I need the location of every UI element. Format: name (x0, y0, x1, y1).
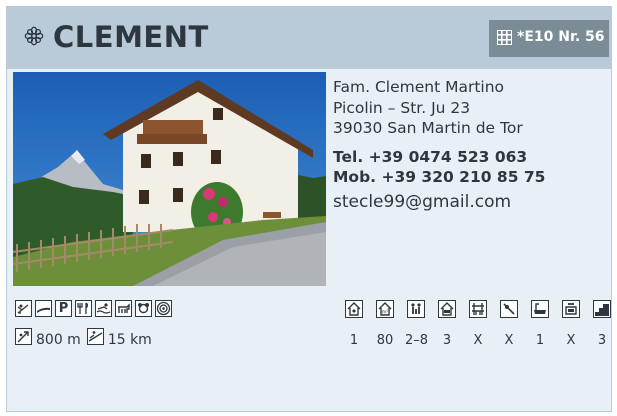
room-col-area: m² 80 (374, 300, 396, 348)
stairs-icon (593, 300, 611, 318)
map-grid-icon (497, 30, 512, 45)
room-col-balcony: X (467, 300, 489, 348)
contact-block: Fam. Clement Martino Picolin – Str. Ju 2… (333, 77, 609, 212)
room-col-house: 1 (343, 300, 365, 348)
restaurant-icon (75, 300, 92, 317)
listing-code-badge: *E10 Nr. 56 (489, 20, 609, 57)
ski-lift-icon (15, 300, 32, 317)
room-value-kitchen: X (566, 333, 576, 348)
contact-name: Fam. Clement Martino (333, 78, 505, 96)
target-icon (155, 300, 172, 317)
house-icon (345, 300, 363, 318)
listing-code: *E10 Nr. 56 (517, 29, 605, 45)
room-value-bath: 1 (535, 333, 545, 348)
feature-icons-row: P (15, 300, 175, 320)
lift-distance-icon (15, 328, 32, 345)
listing-card: CLEMENT *E10 Nr. 56 Fam. Clement Martino… (6, 6, 612, 412)
room-col-stairs: 3 (591, 300, 613, 348)
room-col-persons: 2–8 (405, 300, 429, 348)
listing-title: CLEMENT (53, 20, 209, 54)
ski-icon (35, 300, 52, 317)
house-photo (13, 72, 326, 286)
contact-street: Picolin – Str. Ju 23 (333, 98, 471, 117)
room-value-area: 80 (376, 333, 394, 348)
kitchen-icon (562, 300, 580, 318)
room-value-garden: X (504, 333, 514, 348)
flower-icon (23, 25, 45, 47)
bath-icon (531, 300, 549, 318)
swimming-icon (95, 300, 112, 317)
balcony-icon (469, 300, 487, 318)
persons-icon (407, 300, 425, 318)
contact-email[interactable]: stecle99@gmail.com (333, 192, 609, 213)
room-value-balcony: X (473, 333, 483, 348)
playground-icon (135, 300, 152, 317)
room-value-stairs: 3 (597, 333, 607, 348)
distances-row: 800 m 15 km (15, 328, 158, 348)
room-col-garden: X (498, 300, 520, 348)
room-value-bedroom: 3 (442, 333, 452, 348)
parking-letter: P (58, 301, 69, 316)
slope-distance-value: 15 km (107, 332, 152, 348)
contact-mobile[interactable]: Mob. +39 320 210 85 75 (333, 167, 609, 188)
svg-text:m²: m² (382, 310, 389, 316)
lift-distance-value: 800 m (36, 332, 81, 348)
room-col-bath: 1 (529, 300, 551, 348)
contact-phone[interactable]: Tel. +39 0474 523 063 (333, 147, 609, 168)
parking-icon: P (55, 300, 72, 317)
amenities-section: P 800 m 15 km 1 m² 80 2–8 3 X X 1 X 3 (7, 290, 611, 411)
contact-gap (333, 139, 609, 147)
house-photo-svg (13, 72, 326, 286)
slope-distance-icon (86, 328, 104, 345)
garden-icon (500, 300, 518, 318)
room-value-persons: 2–8 (405, 333, 429, 348)
animals-icon (115, 300, 132, 317)
header-bar: CLEMENT *E10 Nr. 56 (7, 7, 611, 69)
room-col-bedroom: 3 (436, 300, 458, 348)
area-icon: m² (376, 300, 394, 318)
room-col-kitchen: X (560, 300, 582, 348)
contact-city: 39030 San Martin de Tor (333, 119, 523, 137)
flower-icon-svg (24, 26, 44, 46)
room-value-house: 1 (349, 333, 359, 348)
bedroom-icon (438, 300, 456, 318)
